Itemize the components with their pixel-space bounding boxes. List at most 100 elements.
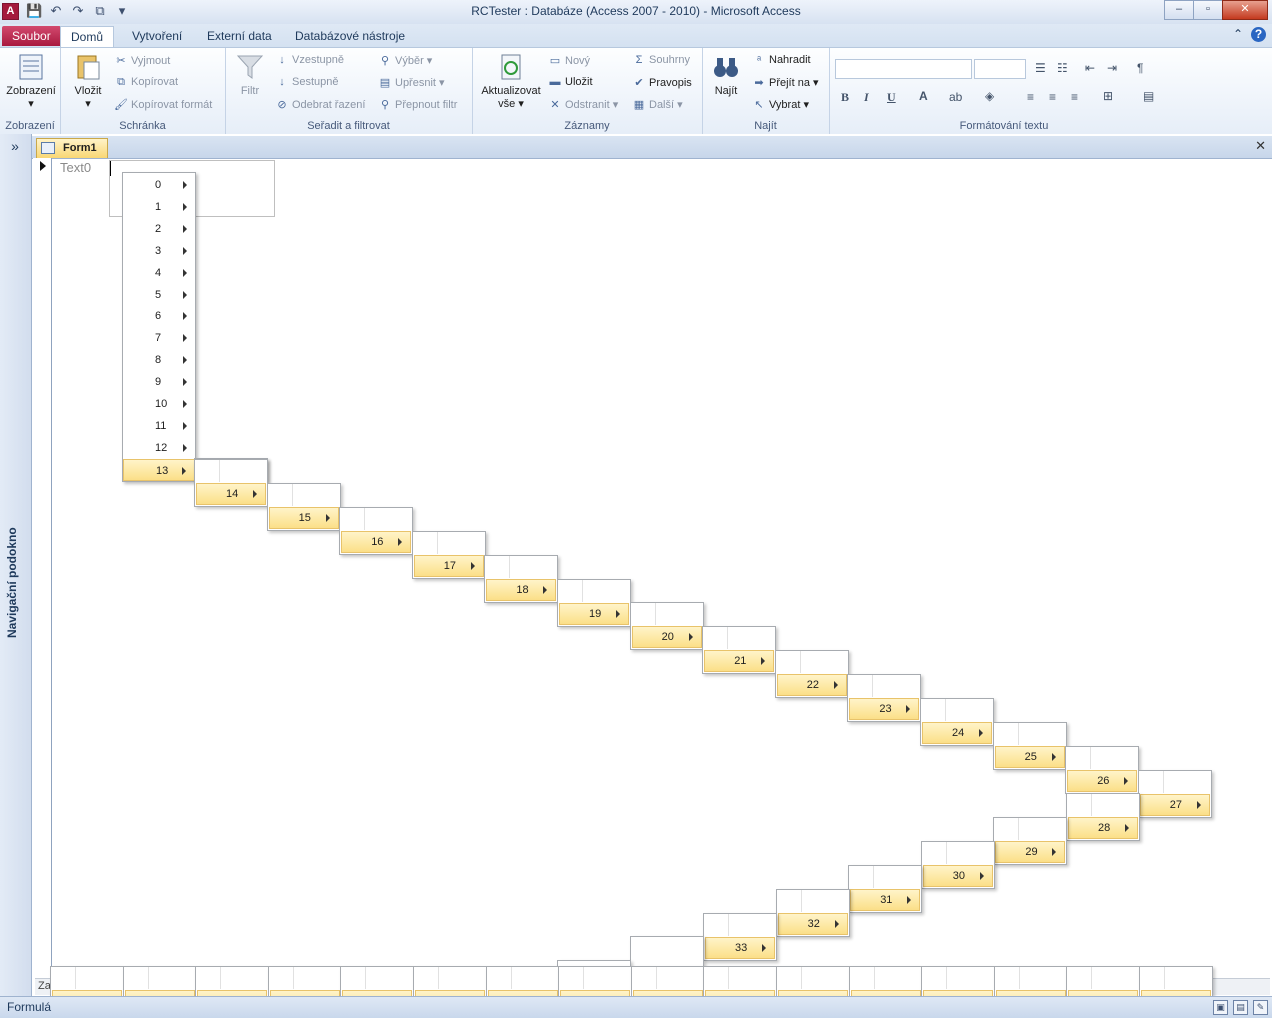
view-button[interactable]: Zobrazení ▾ bbox=[4, 52, 58, 110]
paste-button[interactable]: Vložit ▾ bbox=[66, 52, 110, 110]
fill-color-icon[interactable]: ◈ bbox=[985, 89, 994, 103]
menu-item[interactable]: 13 bbox=[123, 458, 195, 481]
totals-button[interactable]: Σ Souhrny bbox=[632, 54, 690, 66]
menu-item[interactable]: 2 bbox=[123, 218, 195, 240]
italic-button[interactable]: I bbox=[864, 90, 869, 105]
nav-pane-toggle[interactable]: » bbox=[0, 138, 30, 154]
menu-item[interactable]: 17 bbox=[413, 554, 484, 577]
font-name-combo[interactable] bbox=[835, 59, 972, 79]
cut-button[interactable]: ✂ Vyjmout bbox=[114, 54, 170, 67]
selection-filter-icon: ⚲ bbox=[380, 55, 390, 67]
menu-item[interactable]: 12 bbox=[123, 437, 195, 459]
menu-item[interactable]: 19 bbox=[559, 602, 629, 625]
sort-descending-button[interactable]: ↓ Sestupně bbox=[275, 76, 338, 88]
document-tab-form1[interactable]: Form1 bbox=[36, 138, 108, 158]
close-document-icon[interactable]: ✕ bbox=[1255, 138, 1266, 154]
current-record-icon bbox=[40, 161, 46, 171]
spelling-button[interactable]: ✔ Pravopis bbox=[632, 76, 691, 89]
menu-item[interactable]: 16 bbox=[341, 530, 412, 553]
text-direction-icon[interactable]: ¶ bbox=[1137, 61, 1143, 75]
close-button[interactable]: ✕ bbox=[1222, 0, 1268, 20]
toggle-filter-button[interactable]: ⚲ Přepnout filtr bbox=[378, 98, 457, 111]
filter-button[interactable]: Filtr bbox=[231, 52, 269, 97]
goto-button[interactable]: ➡ Přejít na ▾ bbox=[752, 76, 818, 89]
menu-item[interactable]: 20 bbox=[631, 626, 702, 649]
menu-item[interactable]: 23 bbox=[849, 698, 920, 721]
toggle-filter-icon: ⚲ bbox=[380, 99, 390, 111]
advanced-filter-button[interactable]: ▤ Upřesnit ▾ bbox=[378, 76, 445, 89]
layout-view-icon[interactable]: ▤ bbox=[1233, 1000, 1248, 1015]
increase-indent-icon[interactable]: ⇥ bbox=[1107, 61, 1117, 75]
menu-item[interactable]: 18 bbox=[486, 578, 557, 601]
menu-item[interactable]: 15 bbox=[268, 506, 339, 529]
menu-item[interactable]: 3 bbox=[123, 240, 195, 262]
menu-item[interactable]: 4 bbox=[123, 262, 195, 284]
tab-external-data[interactable]: Externí data bbox=[197, 26, 282, 46]
select-button[interactable]: ↖ Vybrat ▾ bbox=[752, 98, 809, 111]
menu-item[interactable]: 11 bbox=[123, 415, 195, 437]
save-record-button[interactable]: ▬ Uložit bbox=[548, 76, 593, 88]
menu-item[interactable]: 8 bbox=[123, 349, 195, 371]
menu-item[interactable]: 25 bbox=[994, 745, 1065, 768]
font-color-button[interactable]: A bbox=[919, 89, 928, 103]
align-center-icon[interactable]: ≡ bbox=[1049, 90, 1056, 104]
alt-row-color-icon[interactable]: ▤ bbox=[1143, 89, 1154, 103]
minimize-button[interactable]: – bbox=[1164, 0, 1194, 20]
menu-item[interactable]: 26 bbox=[1067, 769, 1138, 792]
tab-file[interactable]: Soubor bbox=[2, 26, 61, 46]
replace-button[interactable]: ᵃ Nahradit bbox=[752, 54, 811, 66]
submenu-blank-row bbox=[1139, 770, 1211, 793]
menu-item[interactable]: 9 bbox=[123, 371, 195, 393]
format-painter-button[interactable]: 🖌 Kopírovat formát bbox=[114, 98, 212, 111]
sort-ascending-button[interactable]: ↓ Vzestupně bbox=[275, 54, 344, 66]
design-view-icon[interactable]: ✎ bbox=[1253, 1000, 1268, 1015]
menu-item[interactable]: 29 bbox=[995, 840, 1066, 863]
delete-record-button[interactable]: ✕ Odstranit ▾ bbox=[548, 98, 618, 111]
menu-item[interactable]: 27 bbox=[1139, 793, 1210, 816]
find-button[interactable]: Najít bbox=[706, 52, 746, 97]
align-right-icon[interactable]: ≡ bbox=[1071, 90, 1078, 104]
brush-icon: 🖌 bbox=[114, 99, 128, 111]
copy-button[interactable]: ⧉ Kopírovat bbox=[114, 76, 178, 89]
menu-item[interactable]: 30 bbox=[922, 864, 993, 887]
decrease-indent-icon[interactable]: ⇤ bbox=[1085, 61, 1095, 75]
record-selector[interactable] bbox=[33, 158, 52, 978]
font-size-combo[interactable] bbox=[974, 59, 1026, 79]
numbering-icon[interactable]: ☷ bbox=[1057, 61, 1068, 75]
remove-sort-button[interactable]: ⊘ Odebrat řazení bbox=[275, 98, 365, 111]
menu-item[interactable]: 22 bbox=[776, 674, 847, 697]
menu-item[interactable]: 10 bbox=[123, 393, 195, 415]
new-record-button[interactable]: ▭ Nový bbox=[548, 54, 590, 67]
bullets-icon[interactable]: ☰ bbox=[1035, 61, 1046, 75]
menu-item[interactable]: 24 bbox=[922, 722, 992, 744]
maximize-button[interactable]: ▫ bbox=[1193, 0, 1223, 20]
menu-item[interactable]: 32 bbox=[777, 912, 848, 935]
menu-item[interactable]: 14 bbox=[196, 483, 266, 505]
minimize-ribbon-icon[interactable]: ⌃ bbox=[1233, 27, 1243, 42]
group-find: Najít ᵃ Nahradit ➡ Přejít na ▾ ↖ Vybrat ▾ N… bbox=[702, 48, 830, 134]
highlight-icon[interactable]: ab bbox=[949, 90, 962, 104]
bold-button[interactable]: B bbox=[841, 90, 849, 105]
menu-item[interactable]: 21 bbox=[704, 650, 775, 673]
help-icon[interactable]: ? bbox=[1251, 27, 1266, 42]
align-left-icon[interactable]: ≡ bbox=[1027, 90, 1034, 104]
tab-database-tools[interactable]: Databázové nástroje bbox=[285, 26, 415, 46]
menu-item[interactable]: 0 bbox=[123, 174, 195, 196]
underline-button[interactable]: U bbox=[887, 90, 896, 105]
more-button[interactable]: ▦ Další ▾ bbox=[632, 98, 683, 111]
selection-button[interactable]: ⚲ Výběr ▾ bbox=[378, 54, 432, 67]
menu-item[interactable]: 6 bbox=[123, 305, 195, 327]
tab-create[interactable]: Vytvoření bbox=[122, 26, 192, 46]
menu-item[interactable]: 33 bbox=[705, 936, 775, 959]
menu-item-label: 17 bbox=[443, 559, 457, 572]
menu-item[interactable]: 1 bbox=[123, 196, 195, 218]
navigation-pane[interactable]: » Navigační podokno bbox=[0, 134, 32, 996]
menu-item[interactable]: 31 bbox=[850, 888, 921, 911]
menu-item[interactable]: 5 bbox=[123, 284, 195, 306]
gridlines-icon[interactable]: ⊞ bbox=[1103, 89, 1113, 103]
menu-item[interactable]: 28 bbox=[1068, 817, 1138, 839]
refresh-all-button[interactable]: Aktualizovat vše ▾ bbox=[476, 52, 546, 110]
form-view-icon[interactable]: ▣ bbox=[1213, 1000, 1228, 1015]
tab-home[interactable]: Domů bbox=[60, 26, 115, 48]
menu-item[interactable]: 7 bbox=[123, 327, 195, 349]
